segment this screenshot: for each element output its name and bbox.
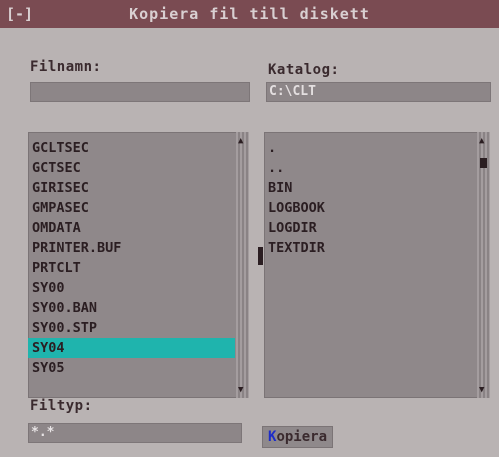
file-list-item[interactable]: OMDATA: [28, 218, 235, 238]
file-list-item[interactable]: GCLTSEC: [28, 138, 235, 158]
file-list-item[interactable]: GIRISEC: [28, 178, 235, 198]
scroll-up-icon[interactable]: ▲: [238, 136, 243, 146]
directory-list[interactable]: ... BIN LOGBOOK LOGDIR TEXTDIR ▲ ▼: [264, 132, 490, 398]
file-list-item[interactable]: PRINTER.BUF: [28, 238, 235, 258]
filetype-label: Filtyp:: [30, 398, 93, 414]
directory-list-item[interactable]: LOGDIR: [264, 218, 476, 238]
title-bar: [-] Kopiera fil till diskett: [0, 0, 499, 28]
text-cursor: [258, 247, 263, 265]
filename-label: Filnamn:: [30, 59, 102, 75]
copy-button-label: opiera: [276, 429, 328, 445]
file-list[interactable]: GCLTSEC GCTSEC GIRISEC GMPASEC OMDATA PRINTER…: [28, 132, 249, 398]
file-list-item[interactable]: GCTSEC: [28, 158, 235, 178]
file-list-item[interactable]: SY00.BAN: [28, 298, 235, 318]
directory-list-item[interactable]: BIN: [264, 178, 476, 198]
directory-list-item[interactable]: TEXTDIR: [264, 238, 476, 258]
scroll-thumb[interactable]: [480, 158, 487, 168]
directory-list-item[interactable]: .: [264, 138, 476, 158]
filename-input[interactable]: [30, 82, 250, 102]
directory-list-item[interactable]: ..: [264, 158, 476, 178]
scroll-down-icon[interactable]: ▼: [479, 385, 484, 395]
scroll-up-icon[interactable]: ▲: [479, 136, 484, 146]
file-list-scrollbar[interactable]: ▲ ▼: [236, 132, 249, 398]
file-list-item[interactable]: PRTCLT: [28, 258, 235, 278]
directory-path: C:\CLT: [266, 82, 491, 102]
filetype-input[interactable]: *.*: [28, 423, 242, 443]
file-list-item[interactable]: SY04: [28, 338, 235, 358]
copy-button[interactable]: Kopiera: [262, 426, 334, 448]
file-list-item[interactable]: SY05: [28, 358, 235, 378]
file-list-item[interactable]: SY00.STP: [28, 318, 235, 338]
window-title: Kopiera fil till diskett: [129, 5, 370, 23]
file-list-item[interactable]: GMPASEC: [28, 198, 235, 218]
directory-list-item[interactable]: LOGBOOK: [264, 198, 476, 218]
file-list-item[interactable]: SY00: [28, 278, 235, 298]
scroll-down-icon[interactable]: ▼: [238, 385, 243, 395]
directory-label: Katalog:: [268, 62, 340, 78]
directory-list-scrollbar[interactable]: ▲ ▼: [477, 132, 490, 398]
